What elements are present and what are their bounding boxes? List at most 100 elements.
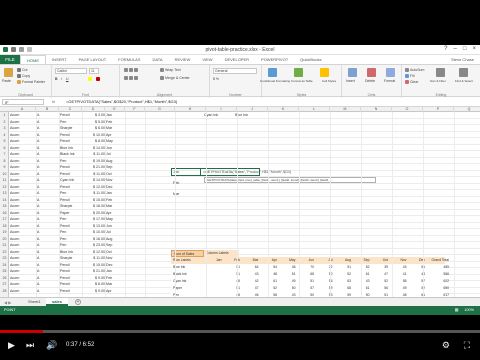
copy-button[interactable]: Copy: [17, 74, 30, 78]
pivot-row[interactable]: Paper5147525057596861564952650: [171, 285, 449, 292]
row-header[interactable]: 28: [0, 288, 9, 295]
pivot-table[interactable]: Row LabelsJanFebMarAprMayJunJulAugSepOct…: [171, 257, 449, 297]
font-name-value: Calibri: [57, 69, 67, 73]
cell-styles-icon[interactable]: [320, 68, 329, 77]
sheet-tab-sales[interactable]: sales: [46, 298, 69, 306]
name-box[interactable]: IF: [2, 99, 44, 105]
delete-icon[interactable]: [367, 68, 376, 77]
eraser-icon: [405, 80, 409, 84]
minimize-button[interactable]: –: [454, 46, 457, 52]
delete-button[interactable]: Delete: [365, 79, 375, 83]
autosum-button[interactable]: AutoSum: [405, 68, 424, 72]
tab-file[interactable]: FILE: [0, 55, 20, 64]
format-painter-button[interactable]: Format Painter: [17, 80, 45, 84]
tab-formulas[interactable]: FORMULAS: [112, 55, 146, 64]
clear-button[interactable]: Clear: [405, 80, 418, 84]
help-icon[interactable]: ?: [444, 46, 447, 52]
window-controls: ? – □ ×: [444, 46, 476, 52]
find-select-button[interactable]: Find & Select: [455, 79, 473, 83]
sheet-nav-arrows-icon[interactable]: ◀ ▶: [4, 300, 11, 305]
format-button[interactable]: Format: [384, 79, 395, 83]
pivot-row[interactable]: Black Ink5143485168505261474144556: [171, 271, 449, 278]
conditional-formatting-button[interactable]: Conditional Formatting: [260, 79, 290, 83]
formula-input[interactable]: =GETPIVOTDATA("Sales",$G$20,"Product",H$…: [66, 99, 177, 105]
font-name-select[interactable]: Calibri: [55, 68, 87, 74]
cell-styles-button[interactable]: Cell Styles: [316, 79, 342, 83]
font-size-select[interactable]: 11: [89, 68, 99, 74]
tab-quickbooks[interactable]: QuickBooks: [294, 55, 327, 64]
tab-developer[interactable]: DEVELOPER: [219, 55, 255, 64]
status-right: ▦ 100%: [455, 306, 474, 315]
tab-insert[interactable]: INSERT: [46, 55, 73, 64]
tab-page-layout[interactable]: PAGE LAYOUT: [73, 55, 113, 64]
zoom-level[interactable]: 100%: [464, 306, 474, 315]
currency-button[interactable]: $ %: [213, 77, 219, 81]
tab-home[interactable]: HOME: [20, 55, 46, 64]
find-select-icon[interactable]: [459, 68, 468, 77]
pivot-value: 49: [402, 286, 407, 290]
volume-icon[interactable]: 🔊: [46, 340, 57, 351]
paste-icon[interactable]: [4, 68, 13, 77]
data-cell[interactable]: Apr: [106, 288, 126, 295]
sigma-icon: [405, 68, 409, 72]
data-cell[interactable]: A: [37, 288, 60, 295]
ribbon-tabs: FILE HOME INSERT PAGE LAYOUT FORMULAS DATA REV…: [0, 55, 480, 64]
tab-view[interactable]: VIEW: [196, 55, 218, 64]
pivot-row[interactable]: Cyan Ink4842614951566343525857622: [171, 278, 449, 285]
fill-color-button[interactable]: [88, 77, 92, 81]
merge-center-button[interactable]: Merge & Center: [160, 76, 190, 80]
play-icon[interactable]: ▶: [8, 340, 15, 351]
add-sheet-icon[interactable]: +: [75, 299, 81, 305]
fullscreen-icon[interactable]: ⛶: [464, 340, 470, 351]
close-button[interactable]: ×: [472, 46, 476, 52]
worksheet-grid[interactable]: ABCDEFGHIJKLMNOPQRS 12345678910111213141…: [0, 107, 480, 297]
insert-button[interactable]: Insert: [346, 79, 355, 83]
clear-label: Clear: [410, 80, 419, 84]
format-table-button[interactable]: Format as Table: [289, 79, 315, 83]
user-name[interactable]: Steve Chase: [451, 57, 474, 62]
font-color-icon: [96, 77, 100, 81]
pivot-value: 47: [254, 286, 259, 290]
data-cell[interactable]: Pencil: [60, 288, 83, 295]
underline-button[interactable]: U: [66, 77, 69, 81]
wrap-text-button[interactable]: Wrap Text: [160, 68, 181, 72]
pivot-row[interactable]: Blue Ink5164544670325152394351459: [171, 264, 449, 271]
sort-filter-icon[interactable]: [436, 68, 445, 77]
cell-g5[interactable]: Mar: [173, 191, 199, 198]
align-left-icon[interactable]: [124, 76, 138, 80]
video-progress-bar[interactable]: [0, 330, 480, 333]
font-color-button[interactable]: [96, 77, 100, 81]
number-format-select[interactable]: General: [213, 68, 257, 74]
view-normal-icon[interactable]: ▦: [455, 306, 459, 315]
data-cell[interactable]: Acorn: [10, 288, 37, 295]
cut-button[interactable]: Cut: [17, 68, 27, 72]
align-top-icon[interactable]: [124, 68, 138, 72]
edit-cell[interactable]: =GETPIVOTDATA("Sales","Product",H$1,"Mon…: [200, 168, 291, 176]
tab-review[interactable]: REVIEW: [169, 55, 197, 64]
data-cell[interactable]: $ 9.00: [83, 288, 106, 295]
conditional-formatting-icon[interactable]: [268, 68, 277, 77]
format-table-icon[interactable]: [294, 68, 303, 77]
pivot-value: 46: [291, 265, 296, 269]
fx-icon[interactable]: fx: [52, 99, 55, 104]
sheet-tab-sheet1[interactable]: Sheet1: [22, 298, 47, 306]
maximize-button[interactable]: □: [463, 46, 467, 52]
tab-powerpivot[interactable]: POWERPIVOT: [255, 55, 294, 64]
paste-label: Paste: [2, 79, 11, 83]
italic-button[interactable]: I: [61, 77, 62, 81]
bold-button[interactable]: B: [55, 77, 58, 81]
pivot-header-row[interactable]: Row LabelsJanFebMarAprMayJunJulAugSepOct…: [171, 257, 449, 264]
paste-button[interactable]: Paste: [2, 79, 11, 83]
gridline: [330, 112, 331, 297]
cell-g4[interactable]: Feb: [173, 180, 199, 187]
group-font: Calibri 11 B I U Font: [52, 65, 120, 98]
insert-icon[interactable]: [348, 68, 357, 77]
tab-data[interactable]: DATA: [146, 55, 168, 64]
settings-icon[interactable]: ⚙: [442, 340, 450, 351]
format-icon[interactable]: [386, 68, 395, 77]
pivot-value: 63: [347, 279, 351, 283]
next-icon[interactable]: ⏭: [26, 340, 34, 351]
column-labels-dropdown[interactable]: Column Labels: [204, 250, 239, 257]
sort-filter-button[interactable]: Sort & Filter: [430, 79, 446, 83]
fill-button[interactable]: Fill: [405, 74, 414, 78]
